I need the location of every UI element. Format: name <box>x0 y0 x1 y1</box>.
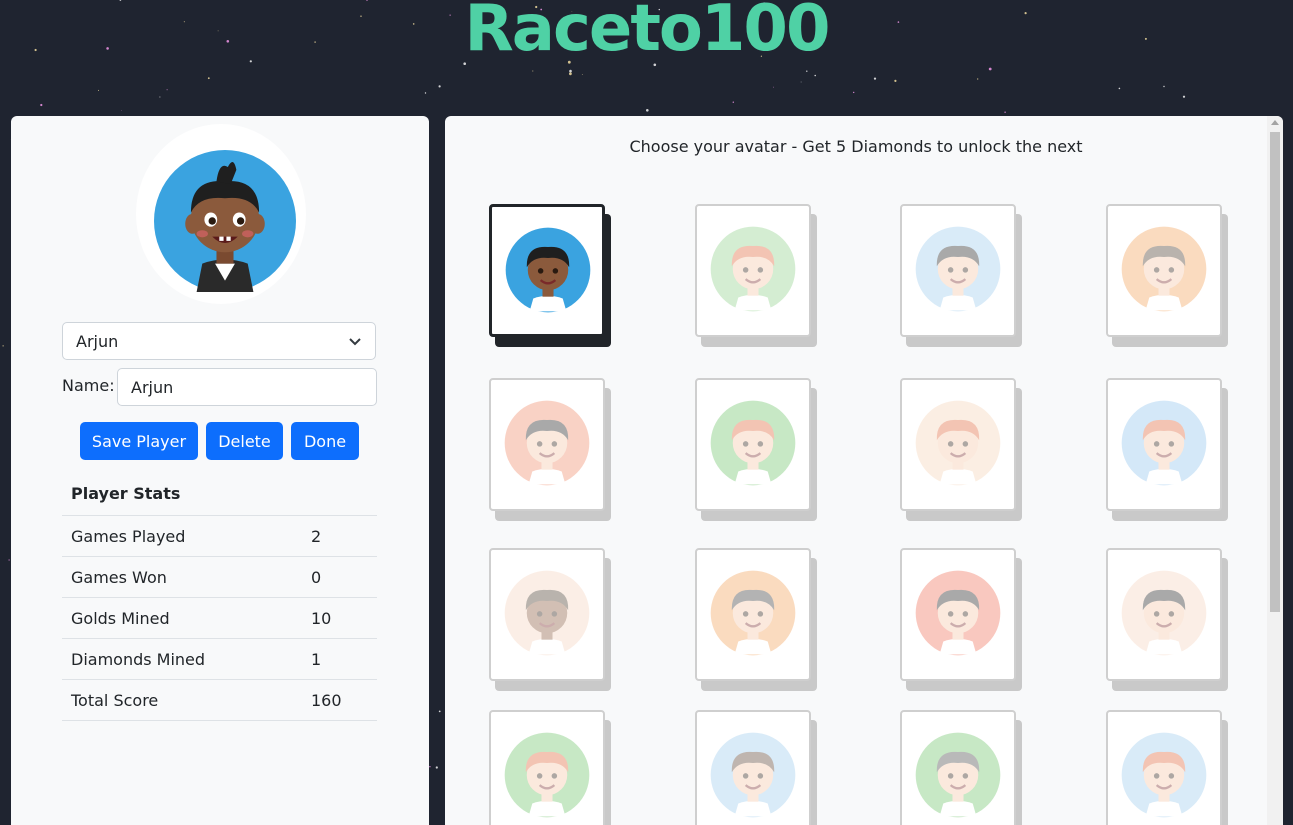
avatar-face-icon <box>915 226 1001 312</box>
stats-row: Games Won 0 <box>62 557 377 598</box>
avatar-card-locked[interactable] <box>695 710 817 825</box>
scrollbar[interactable] <box>1267 116 1283 825</box>
avatar-face-icon <box>915 400 1001 486</box>
player-stats-table: Player Stats Games Played 2 Games Won 0 … <box>62 476 377 721</box>
avatar-card-face <box>900 710 1016 825</box>
stat-label: Games Won <box>71 567 167 587</box>
avatar-card-face <box>695 548 811 681</box>
stat-value: 10 <box>311 608 332 628</box>
avatar-card-selected[interactable] <box>489 204 611 347</box>
avatar-chooser-panel: Choose your avatar - Get 5 Diamonds to u… <box>445 116 1283 825</box>
avatar-card-locked[interactable] <box>1106 710 1228 825</box>
stat-value: 2 <box>311 526 322 546</box>
stats-row: Diamonds Mined 1 <box>62 639 377 680</box>
avatar-card-locked[interactable] <box>695 378 817 521</box>
avatar-face-icon <box>504 400 590 486</box>
avatar-boy-icon <box>154 150 296 292</box>
avatar-card-locked[interactable] <box>489 378 611 521</box>
avatar-face-icon <box>1121 732 1207 818</box>
stats-row: Golds Mined 10 <box>62 598 377 639</box>
avatar-card-locked[interactable] <box>1106 548 1228 691</box>
scrollbar-thumb[interactable] <box>1270 132 1280 612</box>
avatar-card-locked[interactable] <box>695 204 817 347</box>
avatar-card-face <box>900 204 1016 337</box>
avatar-card-locked[interactable] <box>695 548 817 691</box>
avatar-card-face <box>695 204 811 337</box>
stat-value: 1 <box>311 649 322 669</box>
delete-button[interactable]: Delete <box>206 422 283 460</box>
avatar-face-icon <box>1121 570 1207 656</box>
avatar-face-icon <box>504 732 590 818</box>
avatar-card-face <box>1106 204 1222 337</box>
scroll-up-arrow-icon[interactable] <box>1271 120 1279 125</box>
name-label: Name: <box>62 376 115 395</box>
current-avatar <box>136 124 306 304</box>
player-select-value: Arjun <box>76 331 119 351</box>
avatar-card-locked[interactable] <box>1106 378 1228 521</box>
avatar-face-icon <box>915 732 1001 818</box>
avatar-card-face <box>900 378 1016 511</box>
player-panel: Arjun Name: Save Player Delete Done Play… <box>11 116 429 825</box>
stat-label: Games Played <box>71 526 186 546</box>
avatar-card-face <box>489 204 605 337</box>
avatar-face-icon <box>710 732 796 818</box>
avatar-chooser-heading: Choose your avatar - Get 5 Diamonds to u… <box>629 137 1083 156</box>
avatar-card-face <box>1106 548 1222 681</box>
player-stats-heading: Player Stats <box>62 476 377 516</box>
avatar-card-locked[interactable] <box>900 548 1022 691</box>
avatar-card-face <box>489 378 605 511</box>
avatar-card-locked[interactable] <box>900 378 1022 521</box>
stats-row: Games Played 2 <box>62 516 377 557</box>
avatar-face-icon <box>504 570 590 656</box>
stat-label: Diamonds Mined <box>71 649 206 669</box>
avatar-card-locked[interactable] <box>900 204 1022 347</box>
avatar-face-icon <box>505 227 591 313</box>
save-player-button[interactable]: Save Player <box>80 422 198 460</box>
done-button[interactable]: Done <box>291 422 359 460</box>
chevron-down-icon <box>349 338 361 346</box>
avatar-face-icon <box>710 400 796 486</box>
avatar-face-icon <box>710 570 796 656</box>
avatar-card-face <box>489 710 605 825</box>
avatar-card-locked[interactable] <box>1106 204 1228 347</box>
avatar-card-face <box>489 548 605 681</box>
stat-label: Total Score <box>71 690 159 710</box>
avatar-card-face <box>695 378 811 511</box>
avatar-face-icon <box>710 226 796 312</box>
stats-row: Total Score 160 <box>62 680 377 721</box>
avatar-face-icon <box>915 570 1001 656</box>
player-select[interactable]: Arjun <box>62 322 376 360</box>
avatar-card-locked[interactable] <box>489 548 611 691</box>
avatar-card-face <box>695 710 811 825</box>
app-title: Raceto100 <box>464 0 831 66</box>
avatar-card-locked[interactable] <box>900 710 1022 825</box>
avatar-card-face <box>1106 378 1222 511</box>
avatar-face-icon <box>1121 400 1207 486</box>
avatar-face-icon <box>1121 226 1207 312</box>
avatar-card-face <box>900 548 1016 681</box>
avatar-card-face <box>1106 710 1222 825</box>
stat-value: 0 <box>311 567 322 587</box>
stat-value: 160 <box>311 690 342 710</box>
name-input[interactable] <box>117 368 377 406</box>
avatar-card-locked[interactable] <box>489 710 611 825</box>
stat-label: Golds Mined <box>71 608 170 628</box>
